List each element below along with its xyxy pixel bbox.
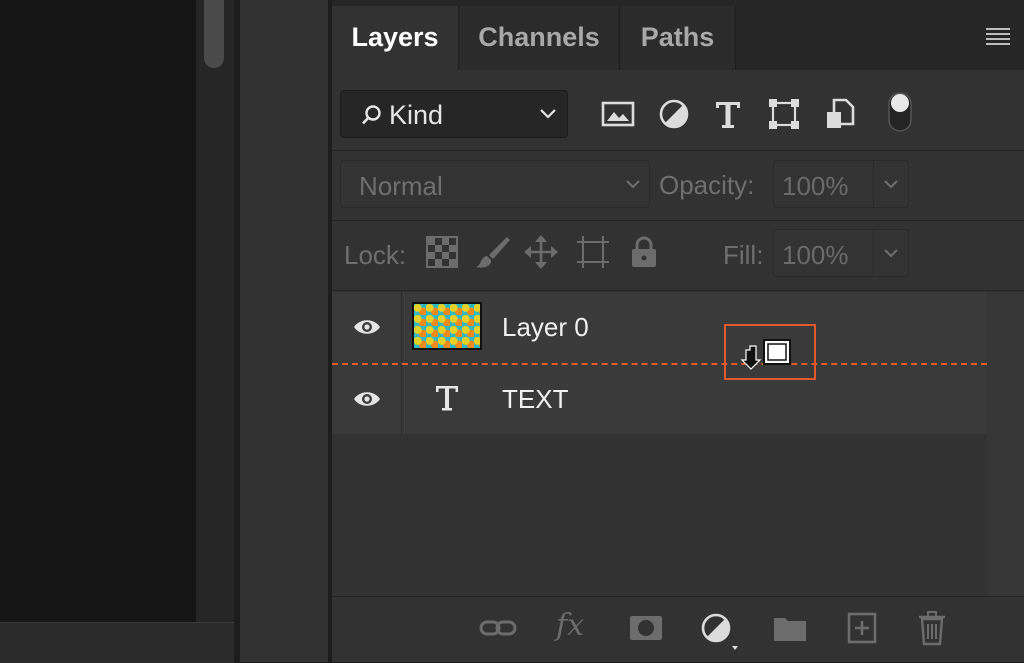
canvas-scrollbar[interactable] [196, 0, 234, 622]
new-layer-icon[interactable] [842, 610, 882, 646]
opacity-label: Opacity: [659, 170, 755, 200]
divider [332, 150, 1024, 151]
image-filter-icon[interactable] [600, 96, 636, 132]
lock-label: Lock: [344, 240, 407, 270]
link-layers-icon[interactable] [478, 610, 518, 646]
group-folder-icon[interactable] [770, 610, 810, 646]
canvas-scroll-thumb[interactable] [204, 0, 224, 68]
hamburger-menu-icon[interactable] [986, 28, 1010, 45]
adjustment-filter-icon[interactable] [656, 96, 692, 132]
layer-name[interactable]: TEXT [502, 384, 568, 415]
status-bar [0, 622, 234, 663]
lock-artboard-icon[interactable] [575, 234, 611, 270]
type-filter-icon[interactable] [710, 96, 746, 132]
filter-kind-label: Kind [389, 100, 444, 130]
layer-row-layer-0[interactable]: Layer 0 [332, 292, 987, 362]
lock-position-icon[interactable] [523, 234, 559, 270]
lock-transparent-pixels-icon[interactable] [424, 234, 460, 270]
shape-filter-icon[interactable] [766, 96, 802, 132]
clipping-mask-cursor-icon [740, 339, 791, 370]
type-layer-icon [436, 386, 458, 411]
fx-label: fx [556, 608, 585, 643]
adjustment-layer-icon[interactable] [698, 610, 738, 650]
divider [401, 364, 402, 434]
trash-icon[interactable] [912, 610, 952, 646]
tab-channels[interactable]: Channels [459, 6, 620, 70]
document-canvas[interactable] [0, 0, 196, 622]
layer-mask-icon[interactable] [626, 610, 666, 646]
layer-thumbnail [412, 302, 482, 350]
fill-value: 100% [782, 240, 849, 270]
tab-layers[interactable]: Layers [332, 6, 459, 70]
blend-mode-value: Normal [359, 171, 443, 201]
filter-toggle-icon[interactable] [886, 92, 914, 132]
lock-all-icon[interactable] [626, 234, 662, 270]
search-icon [362, 105, 381, 125]
layer-row-text[interactable]: TEXT [332, 364, 987, 434]
blend-mode-select[interactable]: Normal [340, 160, 650, 208]
layer-name[interactable]: Layer 0 [502, 312, 589, 343]
fill-dropdown[interactable] [873, 230, 908, 276]
divider [401, 292, 402, 362]
panel-tab-bar: Layers Channels Paths [332, 0, 1024, 70]
divider [332, 290, 1024, 291]
eye-visibility-icon[interactable] [352, 314, 382, 340]
opacity-value: 100% [782, 171, 849, 201]
drop-insertion-line [332, 363, 987, 365]
chevron-down-icon [884, 249, 898, 258]
chevron-down-icon [626, 180, 640, 189]
filter-kind-select[interactable]: Kind [340, 90, 568, 138]
panel-dock-strip [240, 0, 328, 662]
opacity-field[interactable]: 100% [773, 160, 909, 208]
smart-object-filter-icon[interactable] [822, 96, 858, 132]
tab-paths[interactable]: Paths [620, 6, 736, 70]
eye-visibility-icon[interactable] [352, 386, 382, 412]
fx-icon[interactable]: fx [554, 608, 598, 646]
chevron-down-icon [540, 109, 556, 119]
fill-field[interactable]: 100% [773, 229, 909, 277]
layers-scrollbar[interactable] [987, 292, 1024, 596]
divider [332, 220, 1024, 221]
lock-image-pixels-icon[interactable] [474, 234, 510, 270]
fill-label: Fill: [723, 240, 764, 270]
opacity-dropdown[interactable] [873, 161, 908, 207]
chevron-down-icon [884, 180, 898, 189]
layers-panel: Layers Channels Paths Kind Normal Opacit… [332, 0, 1024, 662]
